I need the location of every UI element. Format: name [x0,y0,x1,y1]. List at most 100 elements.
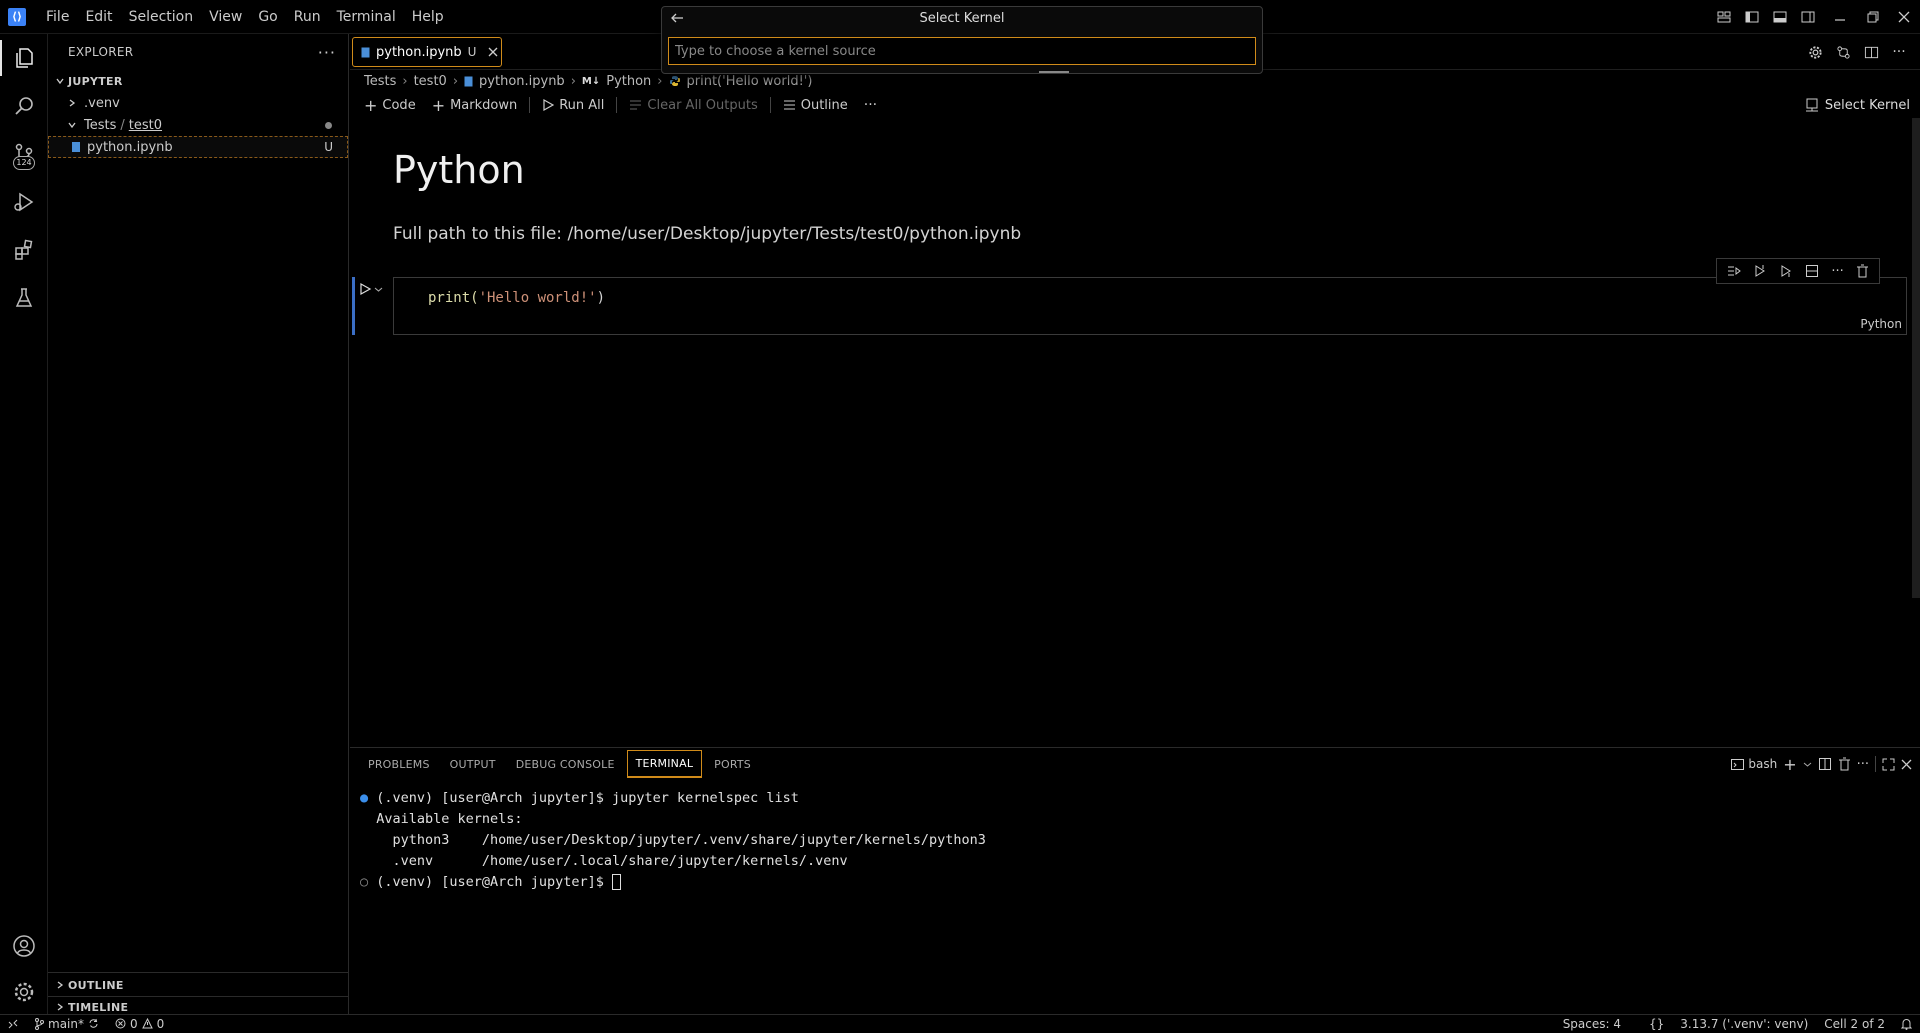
kernel-source-input[interactable] [668,37,1256,65]
menu-help[interactable]: Help [404,0,452,34]
tab-problems[interactable]: PROBLEMS [360,752,438,777]
chevron-right-icon: › [452,73,459,89]
toggle-secondary-sidebar-icon[interactable] [1794,0,1822,34]
terminal-line: Available kernels: [360,809,986,830]
problems-status[interactable]: 0 0 [107,1017,172,1031]
manage-gear-icon[interactable] [0,968,48,1016]
open-changes-icon[interactable] [1830,39,1856,65]
tree-item-tests-test0[interactable]: Tests / test0 [48,114,348,136]
notifications-bell-icon[interactable] [1893,1018,1920,1030]
add-code-cell-button[interactable]: + Code [358,93,422,117]
sidebar-header: EXPLORER ··· [48,34,348,70]
minimize-icon[interactable] [1822,0,1858,34]
notebook-file-icon [71,141,81,153]
outline-section[interactable]: OUTLINE [48,974,348,996]
menu-edit[interactable]: Edit [77,0,120,34]
terminal-shell-selector[interactable]: bash [1731,757,1777,771]
terminal-line: ● (.venv) [user@Arch jupyter]$ jupyter k… [360,788,986,809]
execute-above-icon[interactable] [1753,264,1767,278]
delete-cell-icon[interactable] [1856,264,1869,278]
run-by-line-icon[interactable] [1727,264,1741,278]
toggle-sidebar-icon[interactable] [1738,0,1766,34]
menu-file[interactable]: File [38,0,77,34]
workspace-root[interactable]: JUPYTER [48,70,348,92]
code-string: 'Hello world!' [478,290,597,306]
path-separator: / [120,117,125,133]
menu-view[interactable]: View [201,0,250,34]
sync-icon[interactable] [88,1018,99,1029]
terminal-scrollbar[interactable] [1910,786,1914,1008]
run-debug-icon[interactable] [0,178,48,226]
more-actions-icon[interactable]: ··· [858,93,883,117]
add-markdown-cell-button[interactable]: + Markdown [426,93,524,117]
search-icon[interactable] [0,82,48,130]
indentation-status[interactable]: Spaces: 4 [1555,1017,1641,1031]
accounts-icon[interactable] [0,922,48,970]
code-line[interactable]: print('Hello world!') [428,290,605,306]
menu-go[interactable]: Go [250,0,285,34]
chevron-right-icon [64,98,80,108]
menu-selection[interactable]: Selection [121,0,202,34]
breadcrumb-item[interactable]: print('Hello world!') [687,74,813,89]
terminal-icon [1731,758,1745,771]
tab-debug-console[interactable]: DEBUG CONSOLE [508,752,623,777]
close-panel-icon[interactable] [1901,759,1912,770]
list-icon [783,99,796,111]
chevron-down-icon[interactable] [1803,760,1812,769]
menu-terminal[interactable]: Terminal [329,0,404,34]
tab-python-ipynb[interactable]: python.ipynb U [352,37,502,67]
terminal-text: (.venv) [user@Arch jupyter]$ [376,874,612,890]
breadcrumb-item[interactable]: Tests [364,74,396,89]
clear-all-outputs-button[interactable]: Clear All Outputs [623,93,763,117]
kernel-quick-pick: Select Kernel [661,6,1263,74]
cell-position-status[interactable]: Cell 2 of 2 [1816,1017,1893,1031]
tree-item-python-ipynb[interactable]: python.ipynb U [48,136,348,158]
tree-item-venv[interactable]: .venv [48,92,348,114]
more-actions-icon[interactable]: ··· [1857,757,1869,772]
explorer-icon[interactable] [0,34,48,82]
language-mode-status[interactable]: {} [1641,1017,1672,1031]
code-cell[interactable]: print('Hello world!') Python [393,277,1907,335]
tab-ports[interactable]: PORTS [706,752,759,777]
divider [616,97,618,113]
split-terminal-icon[interactable] [1818,757,1832,771]
more-actions-icon[interactable]: ··· [318,43,336,62]
tab-terminal[interactable]: TERMINAL [626,750,703,778]
close-window-icon[interactable] [1888,0,1920,34]
split-editor-icon[interactable] [1858,39,1884,65]
extensions-icon[interactable] [0,226,48,274]
maximize-panel-icon[interactable] [1882,758,1895,771]
cell-toolbar: ··· [1716,258,1880,284]
restore-icon[interactable] [1858,0,1888,34]
settings-gear-icon[interactable] [1802,39,1828,65]
outline-button[interactable]: Outline [777,93,854,117]
run-cell-icon[interactable] [358,282,372,296]
execute-below-icon[interactable] [1779,264,1793,278]
new-terminal-icon[interactable]: + [1783,755,1796,774]
run-all-button[interactable]: Run All [536,93,610,117]
toggle-panel-icon[interactable] [1766,0,1794,34]
breadcrumb-item[interactable]: python.ipynb [479,74,565,89]
more-actions-icon[interactable]: ··· [1886,39,1912,65]
chevron-down-icon[interactable] [374,285,383,294]
terminal-output[interactable]: ● (.venv) [user@Arch jupyter]$ jupyter k… [360,788,986,893]
remote-indicator[interactable] [0,1019,26,1029]
breadcrumb-item[interactable]: test0 [414,74,447,89]
kill-terminal-icon[interactable] [1838,757,1851,771]
cell-language-label[interactable]: Python [1860,317,1902,331]
git-branch-status[interactable]: main* [26,1017,107,1031]
select-kernel-button[interactable]: Select Kernel [1805,92,1910,118]
customize-layout-icon[interactable] [1710,0,1738,34]
more-actions-icon[interactable]: ··· [1831,264,1843,279]
breadcrumb-item[interactable]: Python [606,74,651,89]
source-control-icon[interactable]: 124 [0,130,48,178]
tab-output[interactable]: OUTPUT [442,752,504,777]
testing-icon[interactable] [0,274,48,322]
editor-scrollbar[interactable] [1912,118,1920,598]
terminal-text: python3 /home/user/Desktop/jupyter/.venv… [376,832,986,848]
split-cell-icon[interactable] [1805,264,1819,278]
menu-run[interactable]: Run [286,0,329,34]
tree-item-label: test0 [128,117,163,133]
python-interpreter-status[interactable]: 3.13.7 ('.venv': venv) [1672,1017,1816,1031]
close-tab-icon[interactable] [488,47,498,57]
